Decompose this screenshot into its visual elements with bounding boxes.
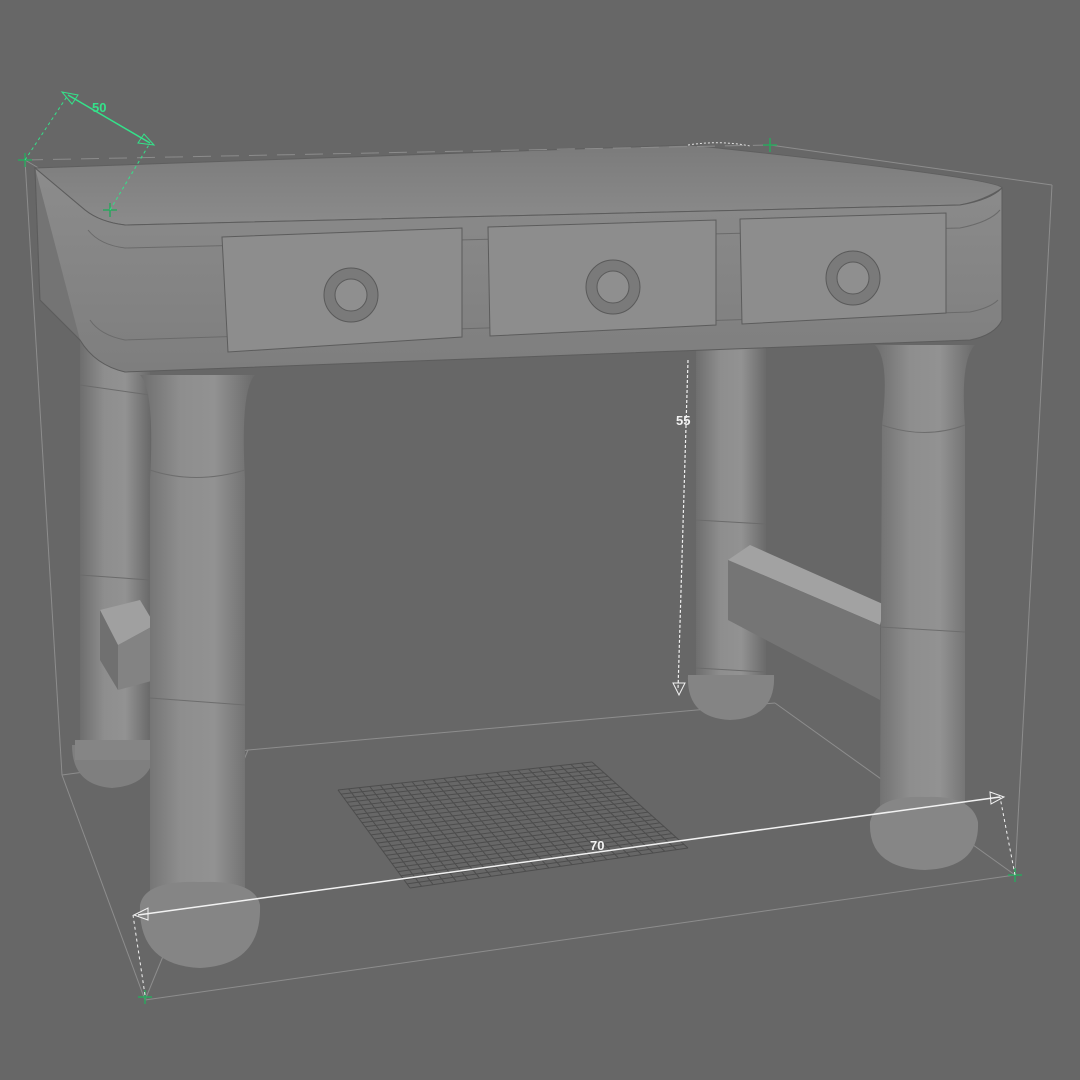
width-dimension-label: 70 — [590, 838, 604, 853]
drawer-knob-left — [323, 267, 379, 323]
back-leg-right — [687, 340, 775, 720]
3d-viewport[interactable]: 50 55 70 — [0, 0, 1080, 1080]
front-leg-right — [869, 345, 979, 870]
height-dimension-label: 55 — [676, 413, 690, 428]
drawer-knob-right — [825, 250, 881, 306]
ground-grid — [337, 761, 689, 889]
front-leg-left — [139, 375, 261, 968]
depth-dimension-label: 50 — [92, 100, 106, 115]
dimension-height[interactable]: 55 — [672, 359, 690, 697]
drawer-knob-middle — [585, 259, 641, 315]
back-leg-left — [72, 330, 155, 788]
viewport-scene: 50 55 70 — [18, 91, 1053, 1004]
